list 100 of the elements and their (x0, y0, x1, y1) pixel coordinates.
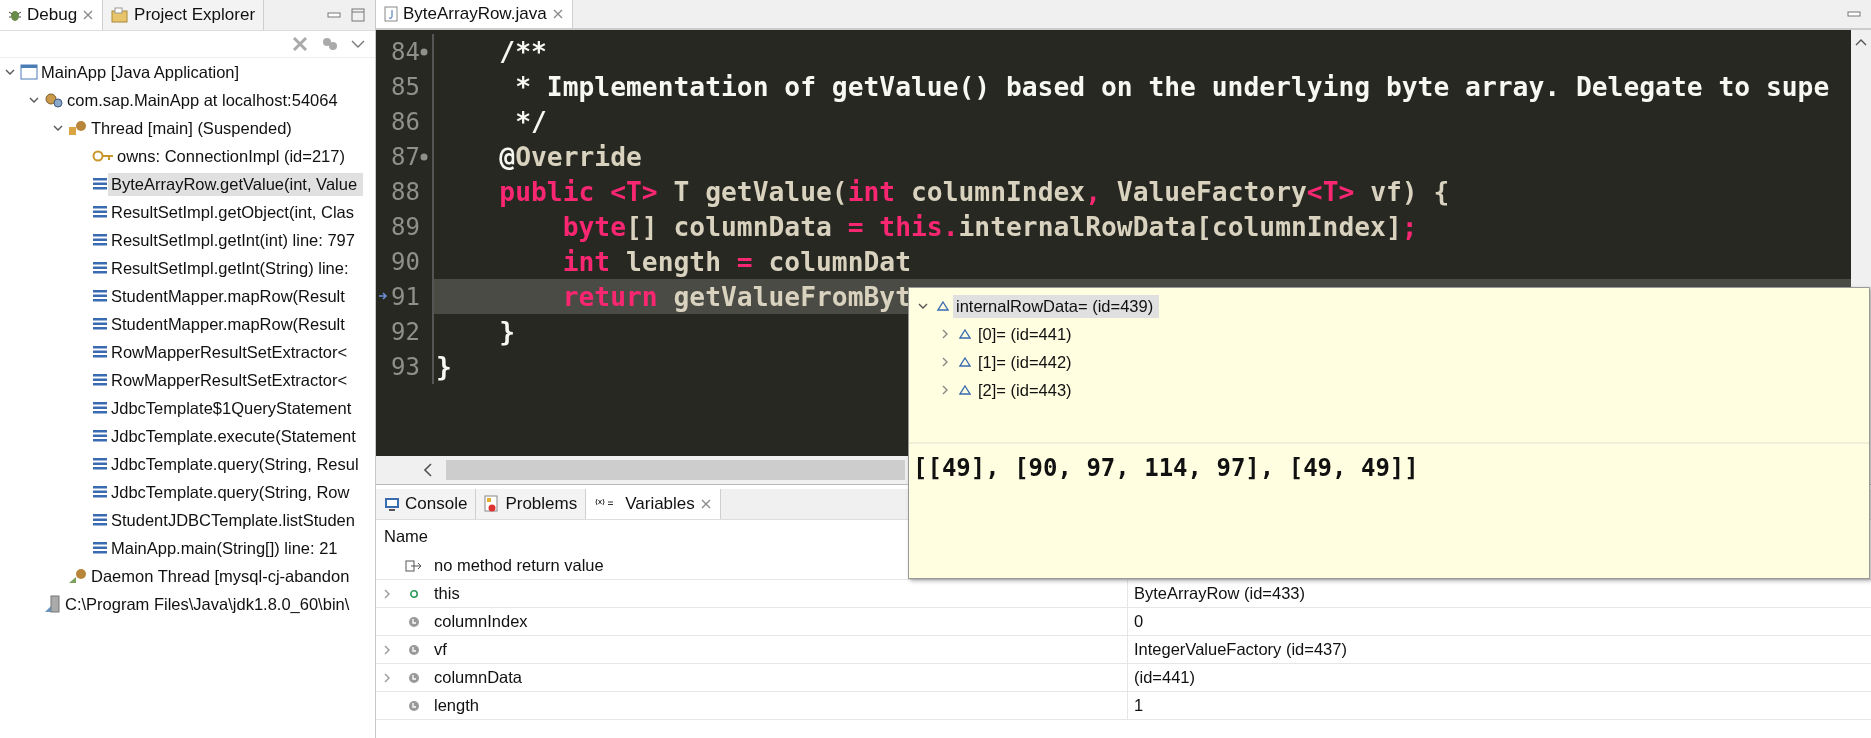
variable-name: columnIndex (434, 612, 528, 631)
tree-item[interactable]: Daemon Thread [mysql-cj-abandon (88, 564, 356, 588)
tree-item[interactable]: ByteArrayRow.getValue(int, Value (108, 172, 364, 196)
triangle-icon (959, 329, 971, 339)
detail-text: [[49], [90, 97, 114, 97], [49, 49]] (913, 454, 1419, 482)
line-number: 86 (391, 107, 420, 136)
tree-item[interactable]: StudentMapper.mapRow(Result (108, 284, 351, 308)
variable-value: (id=441) (1134, 668, 1195, 687)
chevron-right-icon[interactable] (382, 671, 392, 684)
return-icon (405, 558, 423, 573)
local-variable-icon (408, 699, 420, 712)
variable-name: this (434, 584, 460, 603)
variable-name: no method return value (434, 556, 604, 575)
tree-item[interactable]: [0]= (id=441) (975, 322, 1078, 346)
tree-item[interactable]: JdbcTemplate.execute(Statement (108, 424, 362, 448)
chevron-right-icon[interactable] (382, 587, 392, 600)
warning-icon (484, 495, 501, 513)
tree-item[interactable]: internalRowData= (id=439) (953, 294, 1160, 318)
minimize-icon[interactable] (1847, 10, 1861, 18)
line-number: 93 (391, 352, 420, 381)
tree-item[interactable]: ResultSetImpl.getInt(String) line: (108, 256, 355, 280)
chevron-right-icon[interactable] (382, 643, 392, 656)
stack-frame-icon (92, 317, 108, 331)
line-number: 89 (391, 212, 420, 241)
local-variable-icon (408, 671, 420, 684)
tree-item[interactable]: com.sap.MainApp at localhost:54064 (64, 88, 344, 112)
view-tab[interactable]: Debug (0, 0, 104, 30)
close-icon[interactable] (82, 9, 95, 21)
tree-item[interactable]: StudentJDBCTemplate.listStuden (108, 508, 361, 532)
line-number: 91 (391, 282, 420, 311)
tree-item[interactable]: ResultSetImpl.getInt(int) line: 797 (108, 228, 361, 252)
chevron-down-icon[interactable] (53, 123, 63, 133)
current-line-arrow-icon (378, 291, 388, 301)
tree-item[interactable]: RowMapperResultSetExtractor< (108, 340, 354, 364)
tree-item[interactable]: ResultSetImpl.getObject(int, Clas (108, 200, 360, 224)
stack-frame-icon (92, 177, 108, 191)
tree-item[interactable]: Thread [main] (Suspended) (88, 116, 298, 140)
stack-frame-icon (92, 205, 108, 219)
stack-frame-icon (92, 345, 108, 359)
tree-item[interactable]: MainApp.main(String[]) line: 21 (108, 536, 344, 560)
tree-item[interactable]: StudentMapper.mapRow(Result (108, 312, 351, 336)
fold-icon[interactable] (420, 47, 428, 56)
tree-item[interactable]: RowMapperResultSetExtractor< (108, 368, 354, 392)
tree-item[interactable]: C:\Program Files\Java\jdk1.8.0_60\bin\ (62, 592, 356, 616)
chevron-down-icon[interactable] (5, 67, 15, 77)
stack-frame-icon (92, 485, 108, 499)
variable-name: vf (434, 640, 447, 659)
java-file-icon (384, 6, 398, 22)
view-tab[interactable]: Variables (586, 489, 721, 519)
circle-icon (409, 588, 419, 599)
stack-frame-icon (92, 233, 108, 247)
stack-frame-icon (92, 289, 108, 303)
tree-item[interactable]: JdbcTemplate.query(String, Resul (108, 452, 365, 476)
stack-frame-icon (92, 261, 108, 275)
tree-item[interactable]: JdbcTemplate$1QueryStatement (108, 396, 358, 420)
chevron-down-icon[interactable] (29, 95, 39, 105)
stack-frame-icon (92, 429, 108, 443)
line-number: 85 (391, 72, 420, 101)
remove-terminated-icon[interactable] (291, 35, 309, 53)
chevron-right-icon[interactable] (940, 357, 950, 367)
stack-frame-icon (92, 541, 108, 555)
scroll-left-icon[interactable] (424, 463, 432, 477)
stack-frame-icon (92, 457, 108, 471)
editor-tab[interactable]: ByteArrayRow.java (376, 0, 573, 28)
server-icon (44, 595, 62, 613)
maximize-icon[interactable] (351, 8, 365, 22)
triangle-icon (959, 385, 971, 395)
close-icon[interactable] (699, 498, 712, 510)
chevron-down-icon[interactable] (918, 301, 928, 311)
minimize-icon[interactable] (327, 11, 341, 19)
stack-frame-icon (92, 513, 108, 527)
tree-item[interactable]: MainApp [Java Application] (38, 60, 246, 84)
tree-item[interactable]: owns: ConnectionImpl (id=217) (114, 144, 351, 168)
window-icon (20, 64, 38, 80)
tree-item[interactable]: [1]= (id=442) (975, 350, 1078, 374)
key-icon (92, 149, 114, 163)
horizontal-scrollbar[interactable] (446, 460, 905, 480)
variable-value: ByteArrayRow (id=433) (1134, 584, 1306, 603)
thread-icon (68, 119, 88, 137)
line-number: 90 (391, 247, 420, 276)
dropdown-icon[interactable] (351, 39, 365, 49)
variable-value: 1 (1134, 696, 1144, 715)
triangle-icon (959, 357, 971, 367)
line-number: 84 (391, 37, 420, 66)
stack-frame-icon (92, 401, 108, 415)
tree-item[interactable]: JdbcTemplate.query(String, Row (108, 480, 356, 504)
close-icon[interactable] (551, 8, 564, 20)
local-variable-icon (408, 615, 420, 628)
variable-name: length (434, 696, 479, 715)
chevron-right-icon[interactable] (940, 329, 950, 339)
chevron-right-icon[interactable] (940, 385, 950, 395)
variable-value: 0 (1134, 612, 1144, 631)
variable-value: IntegerValueFactory (id=437) (1134, 640, 1347, 659)
variable-name: columnData (434, 668, 523, 687)
line-number: 88 (391, 177, 420, 206)
scroll-up-icon[interactable] (1855, 38, 1867, 46)
fold-icon[interactable] (420, 152, 428, 161)
line-number: 87 (391, 142, 420, 171)
column-header[interactable]: Name (384, 526, 428, 546)
line-number: 92 (391, 317, 420, 346)
